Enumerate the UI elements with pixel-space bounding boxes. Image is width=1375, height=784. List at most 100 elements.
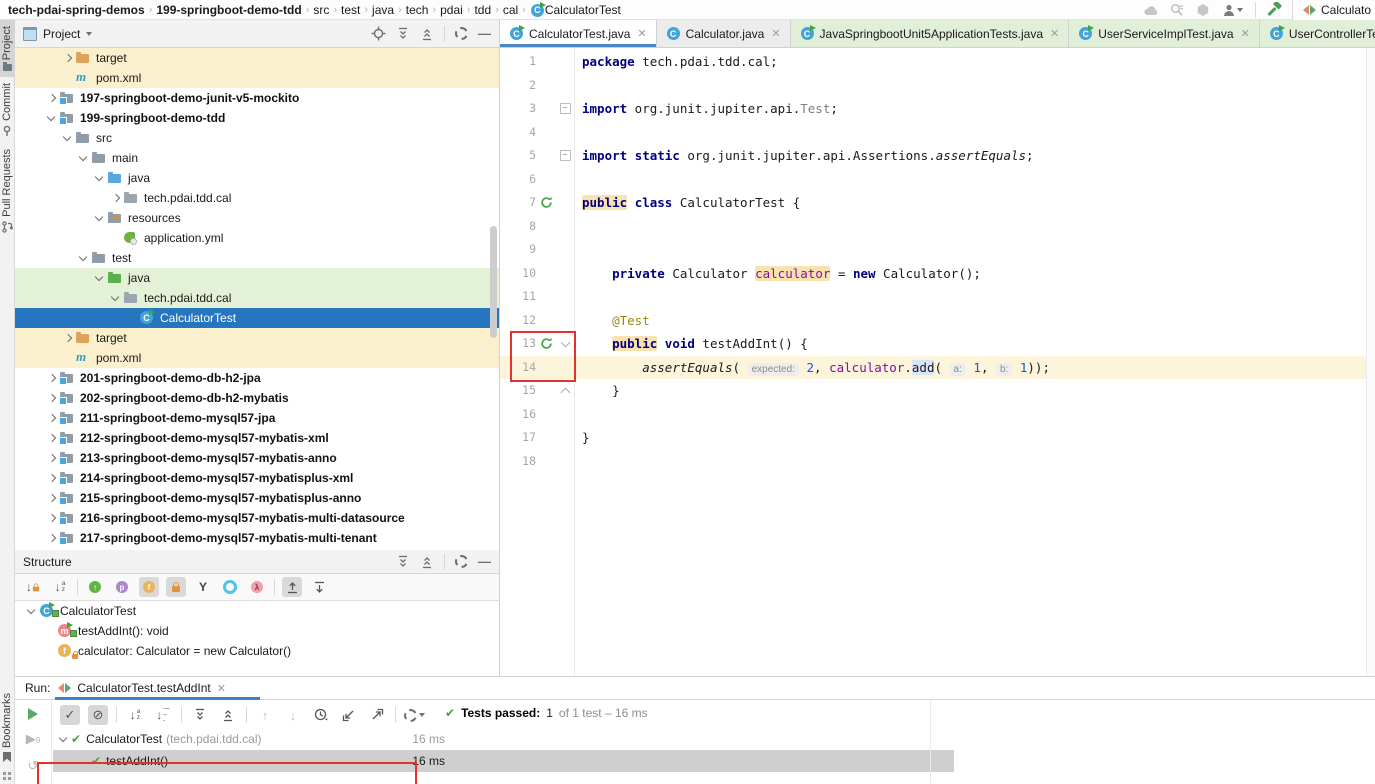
expand-all-icon[interactable] <box>396 27 410 41</box>
code-line[interactable]: 2 <box>500 74 1375 98</box>
breadcrumb-item[interactable]: cal <box>503 3 518 17</box>
tree-row[interactable]: java <box>15 168 499 188</box>
editor-tab[interactable]: CCalculator.java✕ <box>657 20 791 47</box>
tree-chevron-icon[interactable] <box>45 92 59 104</box>
test-result-row[interactable]: ✔testAddInt()16 ms <box>53 750 954 772</box>
import-test-results-icon[interactable] <box>339 705 359 725</box>
export-test-results-icon[interactable] <box>367 705 387 725</box>
project-settings-gear-icon[interactable] <box>455 27 468 40</box>
close-run-tab-icon[interactable]: ✕ <box>217 682 226 695</box>
code-line[interactable]: 16 <box>500 403 1375 427</box>
show-interfaces-icon[interactable] <box>220 577 240 597</box>
tree-chevron-icon[interactable] <box>45 472 59 484</box>
tree-chevron-icon[interactable] <box>109 292 123 304</box>
sort-alphabetically-icon[interactable]: ↓az <box>125 705 145 725</box>
tree-chevron-icon[interactable] <box>25 605 39 617</box>
tree-row[interactable]: 201-springboot-demo-db-h2-jpa <box>15 368 499 388</box>
code-line[interactable]: 15 } <box>500 379 1375 403</box>
show-properties-icon[interactable]: p <box>112 577 132 597</box>
code-line[interactable]: 12 @Test <box>500 309 1375 333</box>
code-line[interactable]: 13 public void testAddInt() { <box>500 332 1375 356</box>
tree-row[interactable]: resources <box>15 208 499 228</box>
search-everywhere-icon[interactable] <box>1169 2 1185 18</box>
tree-chevron-icon[interactable] <box>45 512 59 524</box>
run-settings-gear-icon[interactable] <box>404 705 425 725</box>
tree-row[interactable]: test <box>15 248 499 268</box>
show-lambdas-icon[interactable]: λ <box>247 577 267 597</box>
editor-error-stripe[interactable] <box>1366 48 1375 676</box>
breadcrumb-item[interactable]: CCalculatorTest <box>530 3 621 17</box>
close-tab-icon[interactable]: ✕ <box>1050 27 1059 40</box>
expand-all-icon[interactable] <box>396 555 410 569</box>
hide-structure-panel-icon[interactable]: — <box>478 557 491 567</box>
tree-row[interactable]: 215-springboot-demo-mysql57-mybatisplus-… <box>15 488 499 508</box>
editor-tab[interactable]: CCalculatorTest.java✕ <box>500 20 657 47</box>
show-inherited-icon[interactable]: ↑ <box>85 577 105 597</box>
tree-chevron-icon[interactable] <box>45 492 59 504</box>
fold-marker-icon[interactable] <box>556 389 574 393</box>
editor-tab[interactable]: CJavaSpringbootUnit5ApplicationTests.jav… <box>791 20 1070 47</box>
tree-row[interactable]: 214-springboot-demo-mysql57-mybatisplus-… <box>15 468 499 488</box>
tree-row[interactable]: target <box>15 48 499 68</box>
tree-row[interactable]: 211-springboot-demo-mysql57-jpa <box>15 408 499 428</box>
project-scrollbar[interactable] <box>490 226 497 338</box>
close-tab-icon[interactable]: ✕ <box>771 27 780 40</box>
tree-row[interactable]: CCalculatorTest <box>15 308 499 328</box>
tree-row[interactable]: 213-springboot-demo-mysql57-mybatis-anno <box>15 448 499 468</box>
tree-chevron-icon[interactable] <box>45 112 59 124</box>
tree-row[interactable]: tech.pdai.tdd.cal <box>15 288 499 308</box>
fold-marker-icon[interactable]: − <box>556 103 574 114</box>
close-tab-icon[interactable]: ✕ <box>1241 27 1250 40</box>
sort-by-duration-icon[interactable]: ↓—–- <box>153 705 173 725</box>
locate-file-icon[interactable] <box>371 26 386 41</box>
run-tab[interactable]: CalculatorTest.testAddInt ✕ <box>58 681 226 695</box>
tree-row[interactable]: 216-springboot-demo-mysql57-mybatis-mult… <box>15 508 499 528</box>
stripe-item-pull-requests[interactable]: Pull Requests <box>0 143 15 239</box>
structure-settings-gear-icon[interactable] <box>455 555 468 568</box>
tree-row[interactable]: src <box>15 128 499 148</box>
autoscroll-to-source-icon[interactable] <box>282 577 302 597</box>
test-history-clock-icon[interactable] <box>311 705 331 725</box>
code-line[interactable]: 5−import static org.junit.jupiter.api.As… <box>500 144 1375 168</box>
run-test-gutter-icon[interactable] <box>536 196 556 209</box>
stripe-item-bookmarks[interactable]: Bookmarks <box>0 687 15 768</box>
show-non-public-icon[interactable] <box>166 577 186 597</box>
tree-row[interactable]: 217-springboot-demo-mysql57-mybatis-mult… <box>15 528 499 548</box>
user-dropdown-icon[interactable] <box>1221 2 1245 18</box>
code-line[interactable]: 10 private Calculator calculator = new C… <box>500 262 1375 286</box>
collapse-all-icon[interactable] <box>420 555 434 569</box>
code-line[interactable]: 6 <box>500 168 1375 192</box>
expand-all-icon[interactable] <box>190 705 210 725</box>
breadcrumb-item[interactable]: tdd <box>474 3 491 17</box>
close-tab-icon[interactable]: ✕ <box>637 27 646 40</box>
rerun-failed-tests-icon[interactable]: ▶9 <box>26 732 40 747</box>
tree-chevron-icon[interactable] <box>45 412 59 424</box>
fold-marker-icon[interactable]: − <box>556 150 574 161</box>
tree-chevron-icon[interactable] <box>77 152 91 164</box>
run-console-splitter[interactable] <box>930 700 931 784</box>
tree-row[interactable]: tech.pdai.tdd.cal <box>15 188 499 208</box>
tree-chevron-icon[interactable] <box>93 212 107 224</box>
sort-alphabetically-icon[interactable]: ↓az <box>50 577 70 597</box>
test-result-row[interactable]: ✔CalculatorTest(tech.pdai.tdd.cal)16 ms <box>53 728 1375 750</box>
run-configuration-select[interactable]: Calculato <box>1292 0 1375 20</box>
test-history-icon[interactable]: ↺ <box>28 759 39 772</box>
collapse-all-icon[interactable] <box>420 27 434 41</box>
structure-row[interactable]: fcalculator: Calculator = new Calculator… <box>15 641 499 661</box>
show-fields-icon[interactable]: f <box>139 577 159 597</box>
tree-chevron-icon[interactable] <box>57 733 71 745</box>
show-passed-icon[interactable]: ✓ <box>60 705 80 725</box>
code-line[interactable]: 14 assertEquals( expected: 2, calculator… <box>500 356 1375 380</box>
hide-project-panel-icon[interactable]: — <box>478 29 491 39</box>
rerun-icon[interactable] <box>28 708 38 720</box>
tree-chevron-icon[interactable] <box>61 332 75 344</box>
fold-marker-icon[interactable] <box>556 342 574 346</box>
code-line[interactable]: 3−import org.junit.jupiter.api.Test; <box>500 97 1375 121</box>
breadcrumb-item[interactable]: test <box>341 3 360 17</box>
tree-chevron-icon[interactable] <box>45 532 59 544</box>
show-anonymous-classes-icon[interactable]: Y <box>193 577 213 597</box>
tree-chevron-icon[interactable] <box>61 132 75 144</box>
code-line[interactable]: 11 <box>500 285 1375 309</box>
code-line[interactable]: 18 <box>500 450 1375 474</box>
sync-cloud-icon[interactable] <box>1143 2 1159 18</box>
